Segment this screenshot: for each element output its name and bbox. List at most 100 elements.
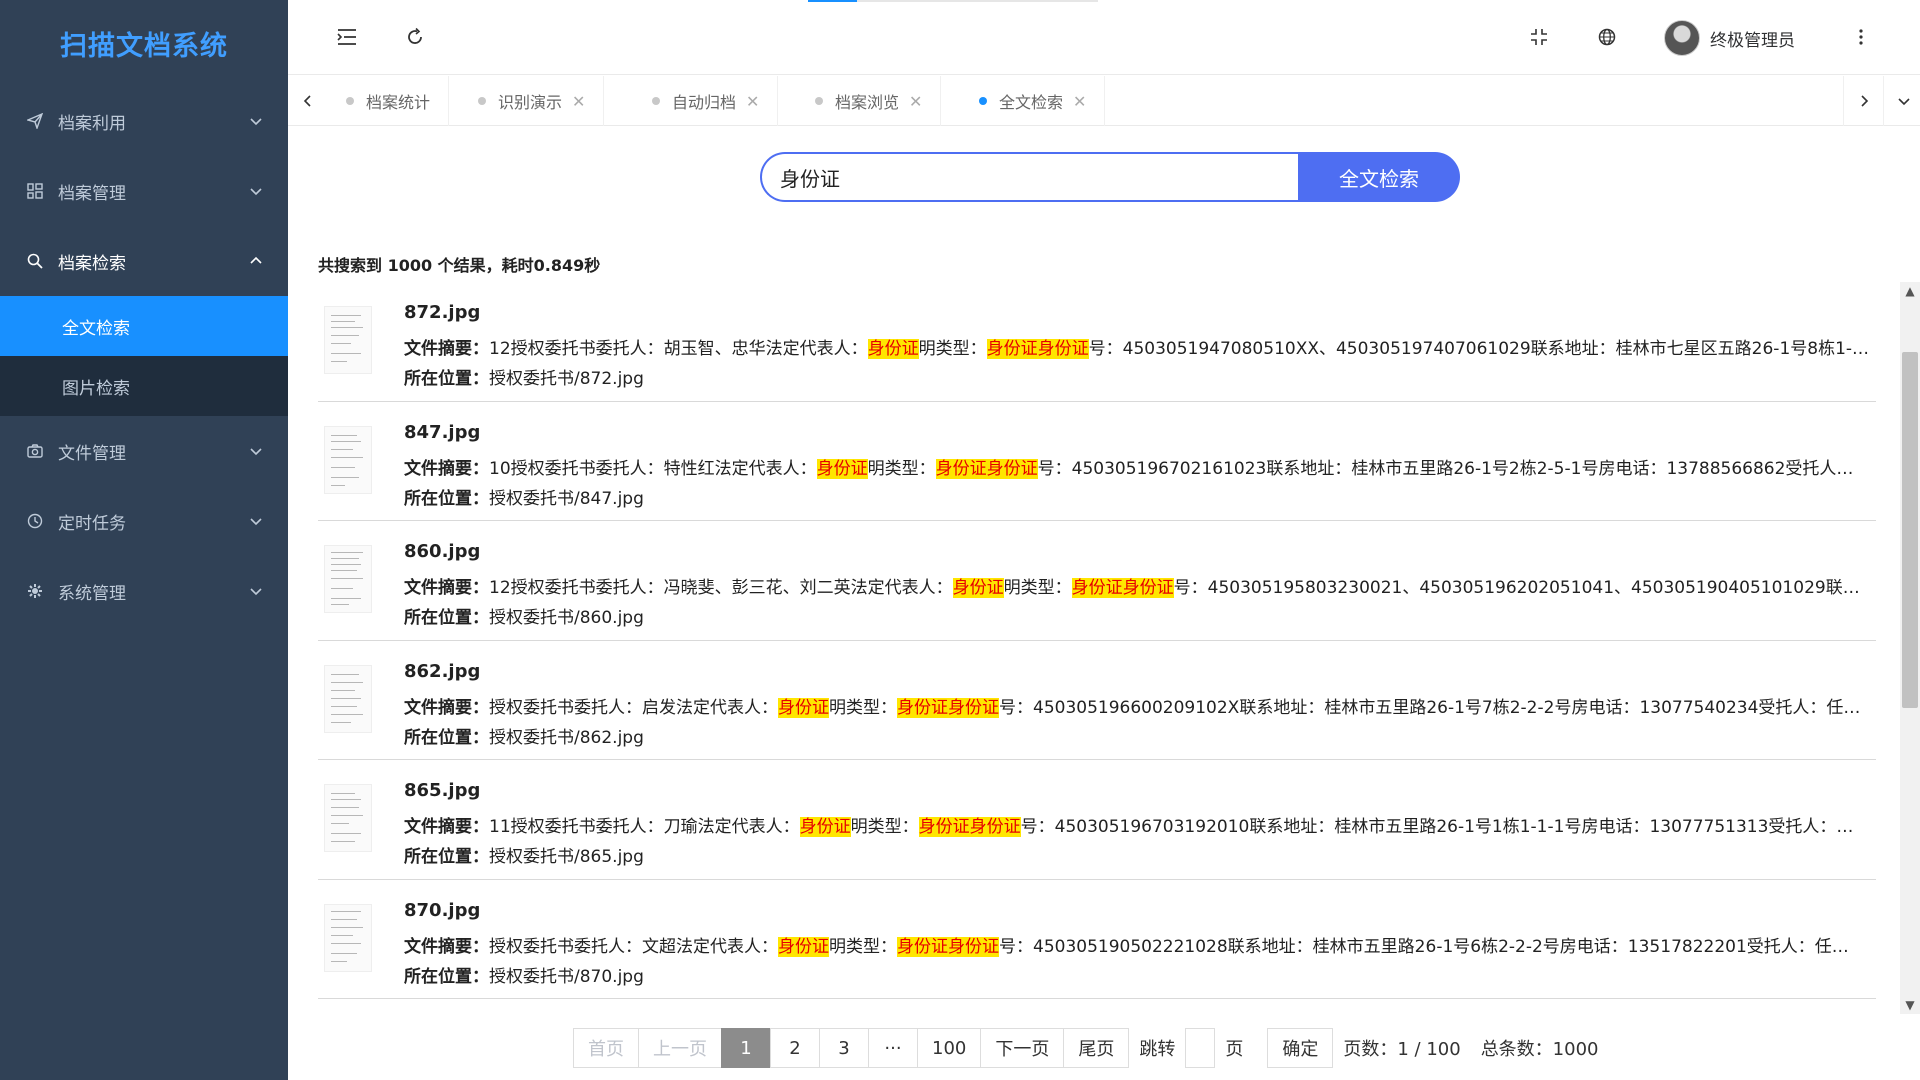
tab-archive-browse[interactable]: 档案浏览 ✕ (797, 76, 942, 126)
sidebar-item-label: 定时任务 (58, 513, 126, 534)
keyword-highlight: 身份证身份证 (897, 697, 999, 718)
list-item[interactable]: 870.jpg 文件摘要：授权委托书委托人：文超法定代表人：身份证明类型：身份证… (318, 880, 1876, 999)
list-item[interactable]: 865.jpg 文件摘要：11授权委托书委托人：刀瑜法定代表人：身份证明类型：身… (318, 760, 1876, 880)
document-thumbnail[interactable] (324, 545, 372, 613)
sidebar-item-scheduled-tasks[interactable]: 定时任务 (0, 486, 288, 556)
sidebar-item-archive-management[interactable]: 档案管理 (0, 156, 288, 226)
page-button-1[interactable]: 1 (721, 1028, 771, 1068)
list-item[interactable]: 862.jpg 文件摘要：授权委托书委托人：启发法定代表人：身份证明类型：身份证… (318, 641, 1876, 760)
first-page-button[interactable]: 首页 (573, 1028, 639, 1068)
abstract-text: 授权委托书委托人：文超法定代表人： (489, 936, 778, 957)
tab-dot-icon (979, 97, 987, 105)
jump-confirm-button[interactable]: 确定 (1267, 1028, 1334, 1068)
tab-close-icon[interactable]: ✕ (746, 92, 759, 111)
tags-view-bar: 档案统计 识别演示 ✕ 自动归档 ✕ 档案浏览 ✕ 全文检索 ✕ (288, 76, 1920, 126)
sidebar-item-image-search[interactable]: 图片检索 (0, 356, 288, 416)
jump-page-input[interactable] (1185, 1028, 1216, 1068)
tab-auto-archive[interactable]: 自动归档 ✕ (634, 76, 779, 126)
avatar (1664, 20, 1700, 56)
page-ellipsis[interactable]: ··· (868, 1028, 918, 1068)
sidebar-item-archive-search[interactable]: 档案检索 (0, 226, 288, 296)
abstract-text: 明类型： (829, 936, 897, 957)
result-title[interactable]: 870.jpg (404, 900, 480, 921)
abstract-text: 号：450305195803230021、450305196202051041、… (1173, 578, 1870, 598)
top-progress-fill (808, 0, 858, 2)
scroll-down-arrow-icon[interactable]: ▼ (1900, 996, 1920, 1014)
prev-page-button[interactable]: 上一页 (638, 1028, 722, 1068)
language-button[interactable] (1592, 22, 1622, 52)
fullscreen-button[interactable] (1524, 22, 1554, 52)
tab-fulltext-search[interactable]: 全文检索 ✕ (961, 76, 1106, 126)
tab-label: 全文检索 (999, 93, 1064, 112)
page-button-3[interactable]: 3 (819, 1028, 869, 1068)
keyword-highlight: 身份证 (778, 936, 829, 957)
results-scrollbar[interactable]: ▲ ▼ (1900, 282, 1920, 1014)
clock-icon (26, 512, 44, 530)
more-options-button[interactable] (1846, 22, 1876, 52)
abstract-text: 12授权委托书委托人：胡玉智、忠华法定代表人： (489, 339, 868, 359)
abstract-label: 文件摘要： (404, 458, 489, 479)
list-item[interactable]: 847.jpg 文件摘要：10授权委托书委托人：特性红法定代表人：身份证明类型：… (318, 402, 1876, 521)
total-count: 总条数：1000 (1480, 1039, 1599, 1060)
keyword-highlight: 身份证身份证 (897, 936, 999, 957)
sidebar-item-file-management[interactable]: 文件管理 (0, 416, 288, 486)
document-thumbnail[interactable] (324, 306, 372, 374)
tab-close-icon[interactable]: ✕ (909, 92, 922, 111)
sidebar-item-label: 档案利用 (58, 113, 126, 134)
sidebar-item-label: 系统管理 (58, 583, 126, 604)
scroll-up-arrow-icon[interactable]: ▲ (1900, 282, 1920, 300)
page-button-100[interactable]: 100 (917, 1028, 982, 1068)
result-title[interactable]: 862.jpg (404, 661, 480, 682)
tags-scroll-left-button[interactable] (288, 76, 328, 126)
list-item[interactable]: 860.jpg 文件摘要：12授权委托书委托人：冯晓斐、彭三花、刘二英法定代表人… (318, 521, 1876, 641)
keyword-highlight: 身份证 (799, 817, 851, 837)
list-item[interactable]: 872.jpg 文件摘要：12授权委托书委托人：胡玉智、忠华法定代表人：身份证明… (318, 282, 1876, 402)
search-result-summary: 共搜索到 1000 个结果，耗时0.849秒 (318, 256, 601, 275)
tags-scroll-right-button[interactable] (1843, 76, 1883, 126)
camera-icon (26, 442, 44, 460)
next-page-button[interactable]: 下一页 (980, 1028, 1065, 1068)
last-page-button[interactable]: 尾页 (1063, 1028, 1130, 1068)
result-title[interactable]: 872.jpg (404, 302, 480, 323)
abstract-text: 11授权委托书委托人：刀瑜法定代表人： (489, 817, 800, 837)
abstract-label: 文件摘要： (404, 697, 489, 718)
tab-close-icon[interactable]: ✕ (572, 92, 585, 111)
document-thumbnail[interactable] (324, 903, 372, 972)
result-title[interactable]: 860.jpg (404, 541, 480, 562)
hamburger-toggle-button[interactable] (332, 22, 362, 52)
tab-dot-icon (346, 97, 354, 105)
abstract-text: 明类型： (829, 697, 897, 718)
abstract-text: 号：4503051947080510XX、450305197407061029联… (1088, 339, 1870, 359)
user-menu[interactable]: 终极管理员 (1664, 18, 1795, 58)
result-location: 所在位置：授权委托书/865.jpg (404, 842, 1870, 867)
tab-recognition-demo[interactable]: 识别演示 ✕ (460, 76, 605, 126)
sidebar-item-label: 档案管理 (58, 183, 126, 204)
tab-archive-statistics[interactable]: 档案统计 (328, 76, 450, 126)
refresh-icon (408, 27, 422, 44)
document-thumbnail[interactable] (324, 425, 372, 494)
top-navbar: 终极管理员 (288, 0, 1920, 75)
abstract-label: 文件摘要： (404, 817, 489, 837)
sidebar-item-archive-use[interactable]: 档案利用 (0, 86, 288, 156)
refresh-button[interactable] (400, 22, 430, 52)
result-title[interactable]: 865.jpg (404, 780, 480, 801)
tab-close-icon[interactable]: ✕ (1073, 92, 1086, 111)
sidebar-item-fulltext-search[interactable]: 全文检索 (0, 296, 288, 356)
abstract-text: 明类型： (918, 339, 987, 359)
result-title[interactable]: 847.jpg (404, 422, 480, 443)
scrollbar-thumb[interactable] (1902, 352, 1918, 708)
tags-dropdown-button[interactable] (1883, 76, 1920, 126)
search-input[interactable] (760, 152, 1298, 202)
username: 终极管理员 (1710, 30, 1795, 51)
document-thumbnail[interactable] (324, 784, 372, 852)
abstract-label: 文件摘要： (404, 936, 489, 957)
page-button-2[interactable]: 2 (770, 1028, 820, 1068)
chevron-down-icon (250, 118, 262, 126)
fulltext-search-button[interactable]: 全文检索 (1298, 152, 1460, 202)
sidebar-item-system-management[interactable]: 系统管理 (0, 556, 288, 626)
abstract-text: 号：450305196702161023联系地址：桂林市五里路26-1号2栋2-… (1037, 458, 1854, 479)
keyword-highlight: 身份证 (867, 339, 919, 359)
document-thumbnail[interactable] (324, 664, 372, 733)
abstract-text: 明类型： (850, 817, 919, 837)
abstract-text: 授权委托书委托人：启发法定代表人： (489, 697, 778, 718)
